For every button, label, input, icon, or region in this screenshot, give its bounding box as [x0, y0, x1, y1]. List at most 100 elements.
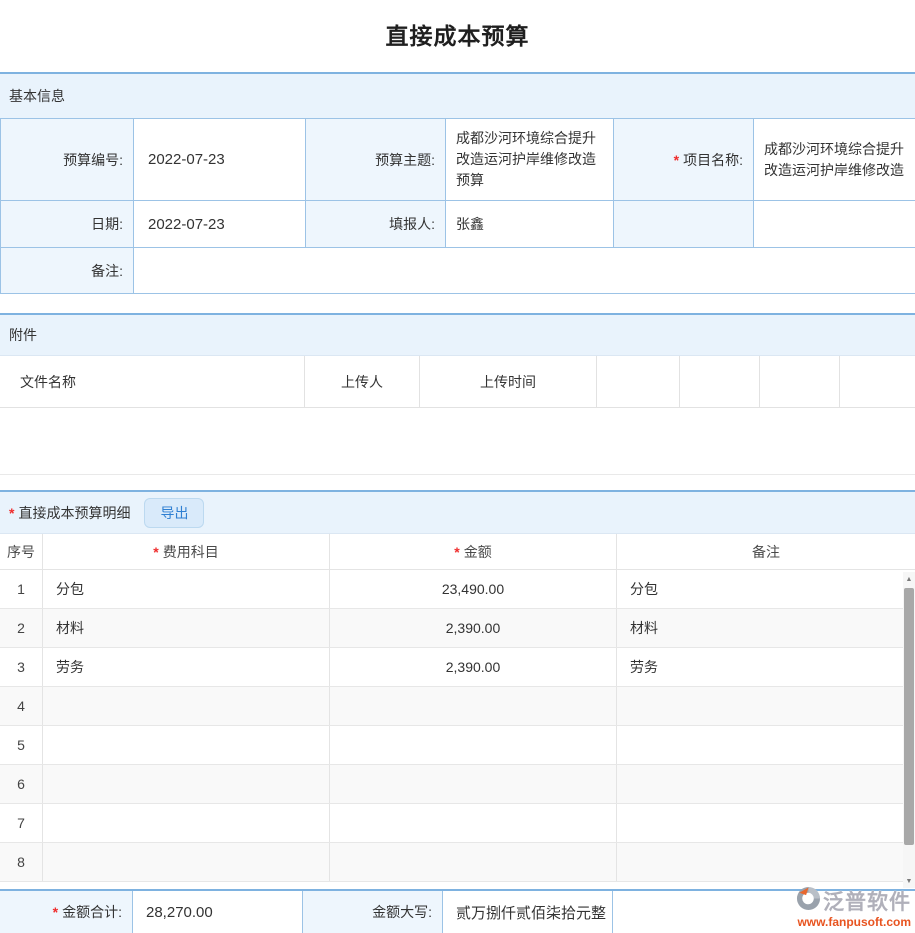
attachments-col-empty-3: [760, 356, 840, 407]
date-label: 日期:: [1, 201, 134, 248]
total-amount-label-text: 金额合计:: [62, 902, 122, 922]
attachments-section: 附件 文件名称 上传人 上传时间: [0, 313, 915, 475]
row-index: 1: [0, 570, 43, 608]
filler-label: 填报人:: [306, 201, 446, 248]
row-subject: 劳务: [43, 648, 330, 686]
row-remark: [617, 687, 915, 725]
attachments-col-empty-1: [597, 356, 680, 407]
basic-info-section-title: 基本信息: [9, 86, 65, 106]
detail-table-scrollbar[interactable]: ▲ ▼: [903, 572, 915, 888]
empty-label-cell: [614, 201, 754, 248]
empty-value-cell: [754, 201, 915, 248]
detail-row-7: 7: [0, 804, 915, 843]
row-amount: 2,390.00: [330, 648, 617, 686]
row-amount: 2,390.00: [330, 609, 617, 647]
vendor-watermark: 泛普软件 www.fanpusoft.com: [771, 886, 911, 929]
detail-section: * 直接成本预算明细 导出 序号 * 费用科目 * 金额 备注 1 分包 23,…: [0, 490, 915, 882]
attachments-col-file-name: 文件名称: [0, 356, 305, 407]
filler-value: 张鑫: [446, 201, 614, 248]
attachments-col-uploader: 上传人: [305, 356, 420, 407]
detail-table-header: 序号 * 费用科目 * 金额 备注: [0, 534, 915, 570]
row-index: 5: [0, 726, 43, 764]
row-subject: [43, 843, 330, 881]
row-subject: [43, 687, 330, 725]
row-remark: 材料: [617, 609, 915, 647]
row-index: 3: [0, 648, 43, 686]
amount-in-words-value: 贰万捌仟贰佰柒拾元整: [443, 891, 613, 933]
row-remark: 劳务: [617, 648, 915, 686]
scroll-up-icon[interactable]: ▲: [903, 572, 915, 586]
detail-col-amount: * 金额: [330, 534, 617, 569]
detail-row-8: 8: [0, 843, 915, 882]
row-index: 8: [0, 843, 43, 881]
detail-col-index: 序号: [0, 534, 43, 569]
detail-row-4: 4: [0, 687, 915, 726]
project-name-label-text: 项目名称:: [683, 150, 743, 170]
row-subject: [43, 765, 330, 803]
amount-in-words-label: 金额大写:: [303, 891, 443, 933]
row-remark: [617, 765, 915, 803]
watermark-url: www.fanpusoft.com: [771, 916, 911, 929]
row-subject: [43, 726, 330, 764]
remark-value: [134, 248, 915, 294]
detail-col-subject: * 费用科目: [43, 534, 330, 569]
detail-row-5: 5: [0, 726, 915, 765]
project-name-value: 成都沙河环境综合提升改造运河护岸维修改造: [754, 119, 915, 201]
detail-row-2: 2 材料 2,390.00 材料: [0, 609, 915, 648]
required-asterisk: *: [674, 152, 679, 168]
required-asterisk: *: [153, 544, 158, 560]
row-remark: [617, 804, 915, 842]
attachments-col-empty-2: [680, 356, 760, 407]
direct-cost-budget-page: 直接成本预算 基本信息 预算编号: 2022-07-23 预算主题: 成都沙河环…: [0, 0, 915, 933]
required-asterisk: *: [454, 544, 459, 560]
budget-subject-value: 成都沙河环境综合提升改造运河护岸维修改造预算: [446, 119, 614, 201]
basic-info-section: 基本信息 预算编号: 2022-07-23 预算主题: 成都沙河环境综合提升改造…: [0, 72, 915, 294]
attachments-empty-body: [0, 408, 915, 475]
required-asterisk: *: [9, 505, 14, 521]
total-amount-value: 28,270.00: [133, 891, 303, 933]
budget-subject-label: 预算主题:: [306, 119, 446, 201]
detail-row-1: 1 分包 23,490.00 分包: [0, 570, 915, 609]
watermark-brand: 泛普软件: [823, 886, 911, 916]
row-index: 4: [0, 687, 43, 725]
row-index: 7: [0, 804, 43, 842]
attachments-col-empty-4: [840, 356, 915, 407]
attachments-section-title: 附件: [9, 325, 37, 345]
detail-section-title: 直接成本预算明细: [18, 503, 130, 523]
remark-label: 备注:: [1, 248, 134, 294]
row-amount: [330, 726, 617, 764]
row-amount: [330, 765, 617, 803]
row-remark: [617, 843, 915, 881]
page-title: 直接成本预算: [0, 17, 915, 51]
attachments-table-header: 文件名称 上传人 上传时间: [0, 356, 915, 408]
date-value: 2022-07-23: [134, 201, 306, 248]
detail-row-6: 6: [0, 765, 915, 804]
export-button[interactable]: 导出: [144, 498, 204, 528]
fanpu-logo-icon: [796, 886, 821, 916]
row-subject: 材料: [43, 609, 330, 647]
basic-info-form: 预算编号: 2022-07-23 预算主题: 成都沙河环境综合提升改造运河护岸维…: [0, 118, 915, 294]
budget-no-label: 预算编号:: [1, 119, 134, 201]
attachments-section-header: 附件: [0, 313, 915, 356]
row-amount: [330, 687, 617, 725]
total-amount-label: * 金额合计:: [0, 891, 133, 933]
detail-col-subject-text: 费用科目: [163, 542, 219, 562]
row-subject: 分包: [43, 570, 330, 608]
row-amount: [330, 804, 617, 842]
detail-col-amount-text: 金额: [464, 542, 492, 562]
row-index: 2: [0, 609, 43, 647]
detail-col-remark: 备注: [617, 534, 915, 569]
row-amount: [330, 843, 617, 881]
row-remark: 分包: [617, 570, 915, 608]
detail-section-header: * 直接成本预算明细 导出: [0, 490, 915, 534]
scrollbar-thumb[interactable]: [904, 588, 914, 845]
budget-no-value: 2022-07-23: [134, 119, 306, 201]
required-asterisk: *: [53, 904, 58, 920]
row-index: 6: [0, 765, 43, 803]
row-amount: 23,490.00: [330, 570, 617, 608]
project-name-label: * 项目名称:: [614, 119, 754, 201]
attachments-col-upload-time: 上传时间: [420, 356, 597, 407]
row-subject: [43, 804, 330, 842]
row-remark: [617, 726, 915, 764]
detail-row-3: 3 劳务 2,390.00 劳务: [0, 648, 915, 687]
